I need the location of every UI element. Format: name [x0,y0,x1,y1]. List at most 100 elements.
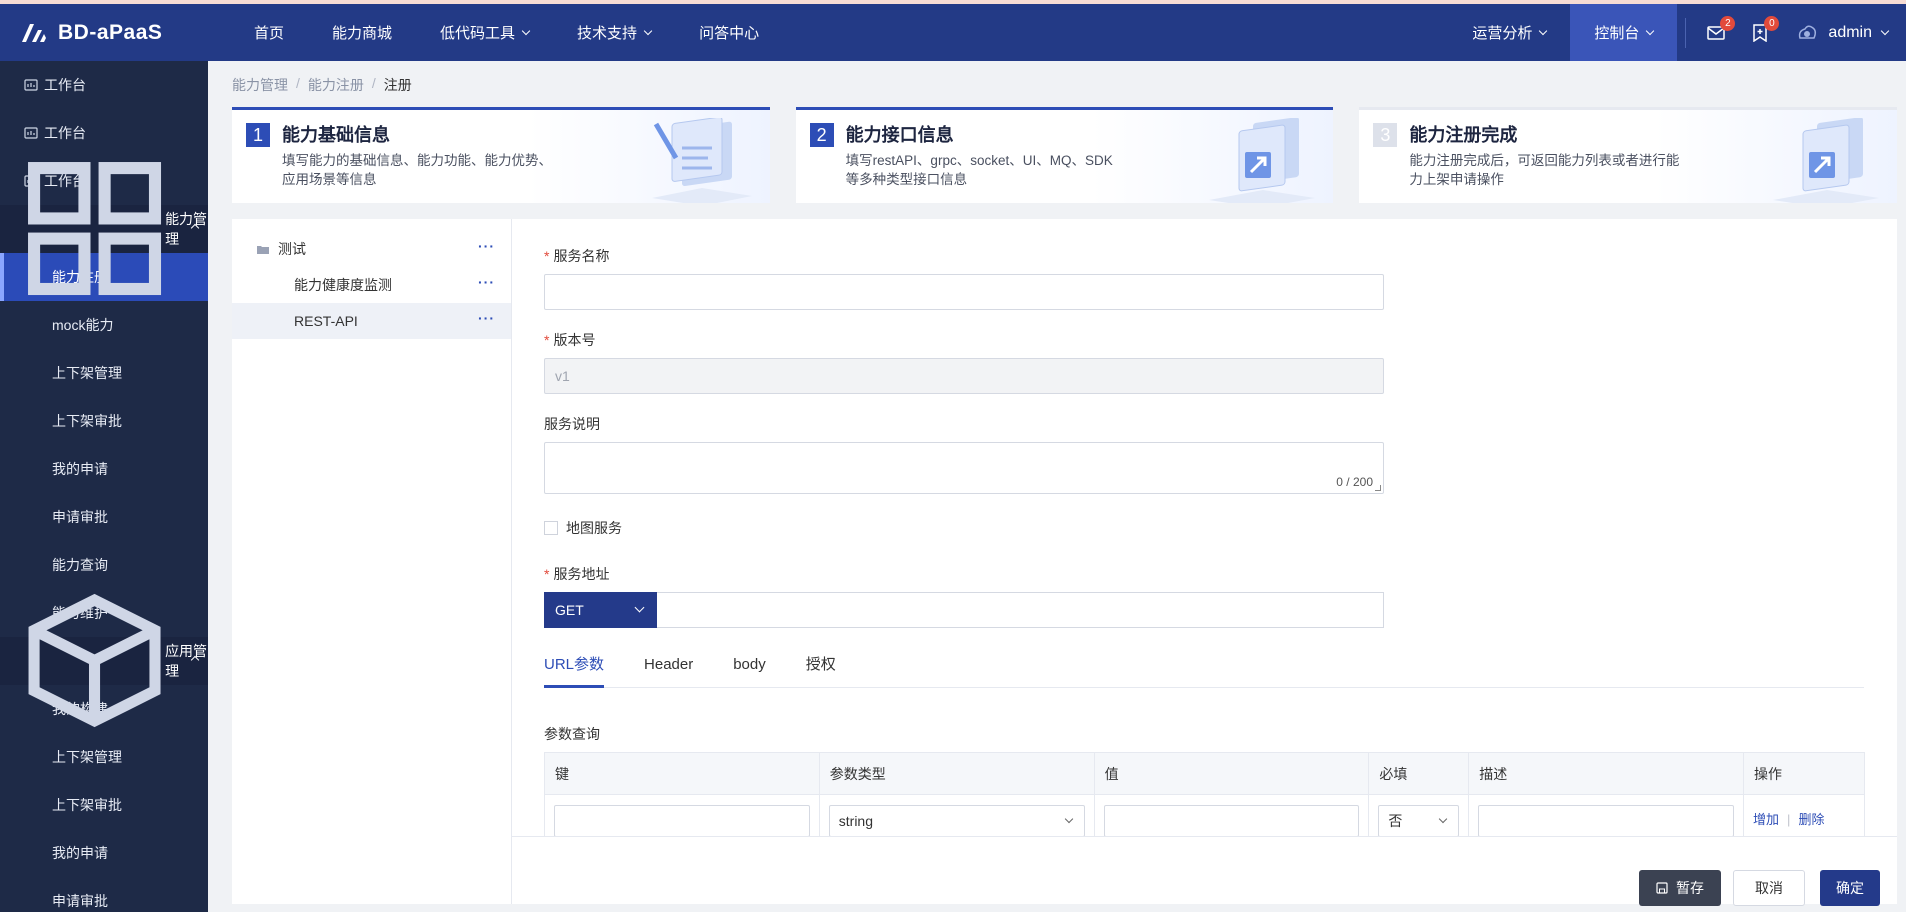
more-icon[interactable]: ··· [478,239,495,253]
tab-auth[interactable]: 授权 [806,652,836,688]
checkbox-box[interactable] [544,521,558,535]
sidebar-item-shelf-approve[interactable]: 上下架审批 [0,397,208,445]
more-icon[interactable]: ··· [478,275,495,289]
method-select[interactable]: GET [544,592,657,628]
sidebar: 工作台 工作台 工作台 能力管理 能力注册 mock能力 上下架管理 上下架审批… [0,61,208,912]
nav-qa[interactable]: 问答中心 [675,4,783,61]
sidebar-item-workbench[interactable]: 工作台 [0,61,208,109]
sidebar-item-query[interactable]: 能力查询 [0,541,208,589]
breadcrumb-separator: / [296,75,300,91]
tab-url-params[interactable]: URL参数 [544,652,605,688]
breadcrumb-link[interactable]: 能力注册 [308,75,364,95]
breadcrumb-current: 注册 [383,77,412,93]
step-title: 能力注册完成 [1409,125,1518,145]
sidebar-item-workbench[interactable]: 工作台 [0,109,208,157]
breadcrumb-link[interactable]: 能力管理 [232,75,288,95]
col-value: 值 [1093,752,1370,795]
nav-home[interactable]: 首页 [230,4,308,61]
char-counter: 0 / 200 [1336,475,1373,489]
param-section-title: 参数查询 [544,726,600,742]
steps: 1 能力基础信息 填写能力的基础信息、能力功能、能力优势、应用场景等信息 2 能力接… [232,107,1898,203]
sidebar-item-label: mock能力 [52,317,114,333]
mail-button[interactable]: 2 [1694,4,1738,61]
nav-lowcode[interactable]: 低代码工具 [416,4,553,61]
step-number: 2 [809,123,834,147]
nav-lowcode-label: 低代码工具 [440,25,516,42]
tab-body[interactable]: body [733,652,766,688]
key-input[interactable] [554,805,810,836]
delete-row-link[interactable]: 删除 [1798,812,1824,827]
col-required: 必填 [1368,752,1470,795]
tab-header[interactable]: Header [644,652,693,688]
address-input[interactable] [657,592,1384,628]
tree-node-rest-api[interactable]: REST-API ··· [232,303,511,339]
sidebar-item-app-apply-approve[interactable]: 申请审批 [0,877,208,912]
value-input[interactable] [1103,805,1360,836]
sidebar-item-label: 申请审批 [52,893,108,909]
nav-support[interactable]: 技术支持 [553,4,675,61]
tree-node-root[interactable]: 测试 ··· [232,231,511,267]
more-icon[interactable]: ··· [478,311,495,325]
username: admin [1828,23,1872,41]
analysis-menu[interactable]: 运营分析 [1448,4,1570,61]
tree-node-label: 能力健康度监测 [294,277,392,293]
tree-node-label: 测试 [278,241,306,257]
desc-textarea[interactable]: 0 / 200 [544,442,1384,494]
step-3: 3 能力注册完成 能力注册完成后，可返回能力列表或者进行能力上架申请操作 [1359,107,1898,203]
cancel-button[interactable]: 取消 [1733,870,1805,906]
sidebar-item-mock[interactable]: mock能力 [0,301,208,349]
workbench-icon [24,127,38,139]
map-service-checkbox[interactable]: 地图服务 [544,518,1874,538]
document-illustration-icon [651,118,752,203]
method-value: GET [555,602,584,618]
tree-node-health[interactable]: 能力健康度监测 ··· [232,267,511,303]
step-desc: 填写restAPI、grpc、socket、UI、MQ、SDK等多种类型接口信息 [845,153,1113,187]
checkbox-label: 地图服务 [566,520,622,536]
sidebar-group-label: 能力管理 [165,211,208,247]
breadcrumb: 能力管理 / 能力注册 / 注册 [232,75,412,95]
console-menu[interactable]: 控制台 [1570,4,1678,61]
sidebar-item-label: 工作台 [44,125,86,141]
nav-support-label: 技术支持 [577,25,638,42]
sidebar-item-my-apply[interactable]: 我的申请 [0,445,208,493]
tree-node-label: REST-API [294,313,358,329]
desc-label: 服务说明 [544,416,600,432]
logo-text: BD-aPaaS [58,20,163,44]
console-label: 控制台 [1594,25,1640,42]
desc-input[interactable] [1478,805,1735,836]
resize-handle[interactable] [1375,485,1381,491]
logo[interactable]: BD-aPaaS [0,4,208,61]
sidebar-item-app-shelf-approve[interactable]: 上下架审批 [0,781,208,829]
add-row-link[interactable]: 增加 [1753,812,1779,827]
nav-mall[interactable]: 能力商城 [308,4,416,61]
param-tabs: URL参数 Header body 授权 [544,652,1864,688]
service-name-label: * 服务名称 [544,248,610,264]
interface-illustration-icon [1209,118,1316,203]
notice-button[interactable]: 0 [1738,4,1782,61]
save-draft-button[interactable]: 暂存 [1639,870,1721,906]
sidebar-item-app-shelf-manage[interactable]: 上下架管理 [0,733,208,781]
col-key: 键 [544,752,820,795]
sidebar-item-label: 上下架审批 [52,797,122,813]
step-title: 能力基础信息 [282,125,390,145]
step-desc: 能力注册完成后，可返回能力列表或者进行能力上架申请操作 [1409,153,1680,187]
required-select[interactable]: 否 [1378,805,1460,836]
service-name-input[interactable] [544,274,1384,310]
service-address: GET [544,592,1384,628]
sidebar-item-apply-approve[interactable]: 申请审批 [0,493,208,541]
sidebar-item-app-my-apply[interactable]: 我的申请 [0,829,208,877]
sidebar-group-capability[interactable]: 能力管理 [0,162,208,296]
chevron-down-icon [634,602,645,613]
params-table: 键 参数类型 值 必填 描述 操作 string 否 增加 | 删除 [544,752,1865,836]
nav-mall-label: 能力商城 [332,25,393,42]
user-menu[interactable]: admin [1782,23,1906,43]
type-select[interactable]: string [828,805,1085,836]
sidebar-item-shelf-manage[interactable]: 上下架管理 [0,349,208,397]
complete-illustration-icon [1773,118,1880,203]
chevron-down-icon [521,26,531,35]
breadcrumb-separator: / [371,75,376,91]
col-desc: 描述 [1468,752,1745,795]
top-header: BD-aPaaS 首页 能力商城 低代码工具 技术支持 问答中心 运营分析 控制… [0,4,1906,61]
sidebar-group-app[interactable]: 应用管理 [0,594,208,728]
confirm-button[interactable]: 确定 [1820,870,1880,906]
